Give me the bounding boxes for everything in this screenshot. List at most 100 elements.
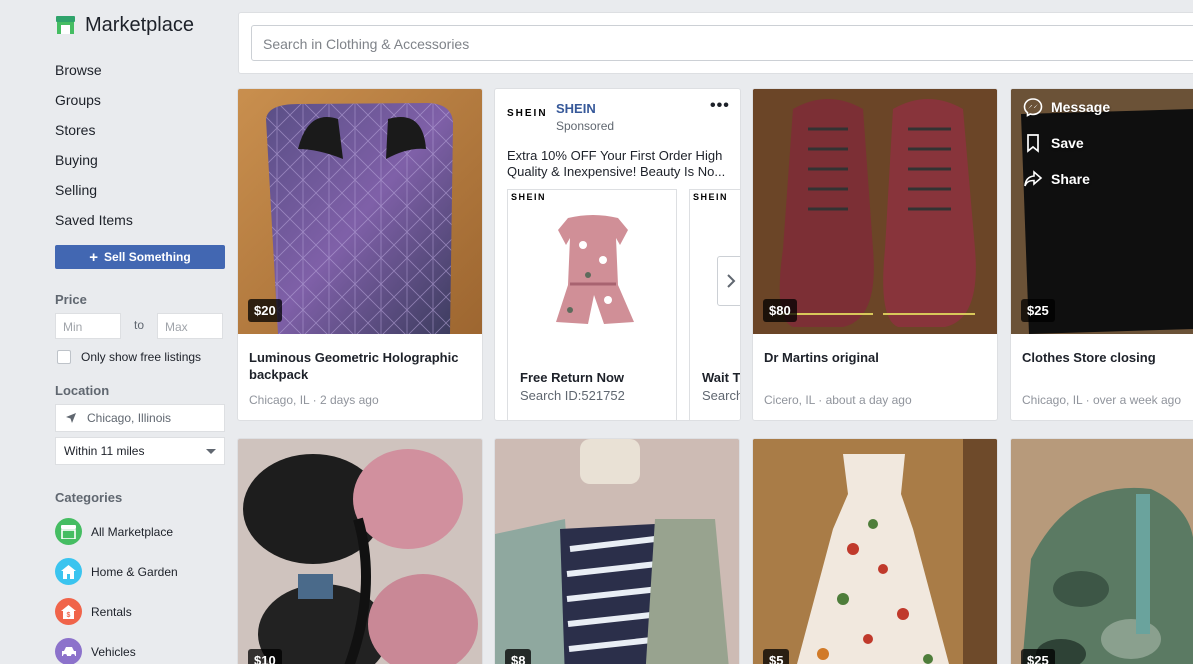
listing-title[interactable]: Luminous Geometric Holographic backpack bbox=[249, 349, 474, 383]
listing-location: Cicero, IL bbox=[764, 393, 815, 407]
message-label: Message bbox=[1051, 99, 1111, 115]
nav-selling[interactable]: Selling bbox=[55, 182, 97, 198]
radius-select[interactable]: Within 11 miles bbox=[55, 437, 225, 465]
listing-photo[interactable] bbox=[753, 439, 997, 664]
house-dollar-icon: $ bbox=[55, 598, 82, 625]
listing-photo[interactable] bbox=[238, 439, 482, 664]
sell-something-button[interactable]: + Sell Something bbox=[55, 245, 225, 269]
listing-time: over a week ago bbox=[1092, 393, 1181, 407]
listing-title[interactable]: Clothes Store closing bbox=[1022, 349, 1192, 366]
nav-groups[interactable]: Groups bbox=[55, 92, 101, 108]
listing-title[interactable]: Dr Martins original bbox=[764, 349, 989, 366]
carousel-subtitle: Search bbox=[702, 388, 741, 403]
listing-card[interactable]: $5 bbox=[752, 438, 998, 664]
price-max-input[interactable]: Max bbox=[157, 313, 223, 339]
listing-card[interactable]: $8 bbox=[494, 438, 740, 664]
price-tag: $80 bbox=[763, 299, 797, 322]
price-tag: $20 bbox=[248, 299, 282, 322]
free-listings-checkbox[interactable] bbox=[57, 350, 71, 364]
price-to-label: to bbox=[134, 318, 145, 332]
category-vehicles[interactable]: Vehicles bbox=[55, 638, 136, 664]
hover-actions: Message Save Share bbox=[1023, 97, 1110, 189]
location-value: Chicago, Illinois bbox=[87, 411, 172, 425]
carousel-title: Wait T bbox=[702, 370, 741, 385]
listing-photo[interactable] bbox=[238, 89, 482, 334]
save-action[interactable]: Save bbox=[1023, 133, 1110, 153]
carousel-photo bbox=[556, 215, 634, 324]
carousel-title: Free Return Now bbox=[520, 370, 625, 385]
plus-icon: + bbox=[89, 248, 99, 266]
messenger-icon bbox=[1023, 98, 1043, 117]
sidebar: Marketplace Browse Groups Stores Buying … bbox=[0, 0, 238, 664]
category-label: Vehicles bbox=[91, 644, 136, 659]
listing-meta: Chicago, IL · 2 days ago bbox=[249, 393, 379, 407]
message-action[interactable]: Message bbox=[1023, 97, 1110, 117]
sponsored-label: Sponsored bbox=[556, 119, 615, 133]
marketplace-header[interactable]: Marketplace bbox=[55, 14, 194, 37]
carousel-logo: SHEIN bbox=[511, 192, 547, 202]
nav-saved-items[interactable]: Saved Items bbox=[55, 212, 133, 228]
category-rentals[interactable]: $ Rentals bbox=[55, 598, 132, 625]
listing-card[interactable]: $20 Luminous Geometric Holographic backp… bbox=[237, 88, 483, 421]
location-input[interactable]: Chicago, Illinois bbox=[55, 404, 225, 432]
category-label: Home & Garden bbox=[91, 564, 178, 579]
sponsored-ad-card: SHEIN SHEIN Sponsored ••• Extra 10% OFF … bbox=[494, 88, 741, 421]
house-icon bbox=[55, 558, 82, 585]
listing-photo[interactable] bbox=[1011, 439, 1193, 664]
price-min-input[interactable]: Min bbox=[55, 313, 121, 339]
advertiser-logo[interactable]: SHEIN bbox=[507, 108, 548, 119]
nav-buying[interactable]: Buying bbox=[55, 152, 98, 168]
listing-meta: Cicero, IL · about a day ago bbox=[764, 393, 912, 407]
category-label: All Marketplace bbox=[91, 524, 174, 539]
location-heading: Location bbox=[55, 383, 110, 398]
categories-heading: Categories bbox=[55, 490, 123, 505]
carousel-subtitle: Search ID:521752 bbox=[520, 388, 625, 403]
price-tag: $5 bbox=[763, 649, 790, 664]
carousel-logo: SHEIN bbox=[693, 192, 729, 202]
chevron-down-icon bbox=[206, 448, 216, 454]
listing-card[interactable]: Message Save Share $25 Clothes Store clo… bbox=[1010, 88, 1193, 421]
svg-text:$: $ bbox=[67, 612, 71, 619]
page-title: Marketplace bbox=[85, 14, 194, 36]
category-all-marketplace[interactable]: All Marketplace bbox=[55, 518, 173, 545]
share-label: Share bbox=[1051, 171, 1090, 187]
listing-photo[interactable] bbox=[495, 439, 739, 664]
share-icon bbox=[1024, 170, 1043, 187]
price-tag: $25 bbox=[1021, 299, 1055, 322]
listing-location: Chicago, IL bbox=[249, 393, 310, 407]
storefront-icon bbox=[56, 16, 75, 34]
storefront-icon bbox=[55, 518, 82, 545]
radius-value: Within 11 miles bbox=[64, 444, 145, 458]
nav-browse[interactable]: Browse bbox=[55, 62, 102, 78]
search-panel: Search in Clothing & Accessories bbox=[238, 12, 1193, 74]
ad-text: Extra 10% OFF Your First Order High Qual… bbox=[507, 148, 726, 179]
price-tag: $10 bbox=[248, 649, 282, 664]
listing-location: Chicago, IL bbox=[1022, 393, 1083, 407]
listing-time: 2 days ago bbox=[319, 393, 379, 407]
listing-card[interactable]: $10 bbox=[237, 438, 483, 664]
search-input[interactable]: Search in Clothing & Accessories bbox=[251, 25, 1193, 61]
listing-time: about a day ago bbox=[825, 393, 912, 407]
carousel-item[interactable]: SHEIN Free Return Now Search ID:521752 bbox=[507, 189, 677, 420]
sell-something-label: Sell Something bbox=[104, 250, 191, 264]
listing-meta: Chicago, IL · over a week ago bbox=[1022, 393, 1181, 407]
category-home-garden[interactable]: Home & Garden bbox=[55, 558, 178, 585]
price-tag: $25 bbox=[1021, 649, 1055, 664]
bookmark-icon bbox=[1027, 134, 1039, 153]
share-action[interactable]: Share bbox=[1023, 169, 1110, 189]
location-arrow-icon bbox=[66, 413, 76, 423]
listing-card[interactable]: $80 Dr Martins original Cicero, IL · abo… bbox=[752, 88, 998, 421]
save-label: Save bbox=[1051, 135, 1084, 151]
advertiser-name[interactable]: SHEIN bbox=[556, 101, 596, 116]
free-listings-label: Only show free listings bbox=[81, 350, 202, 364]
car-icon bbox=[55, 638, 82, 664]
more-options-icon[interactable]: ••• bbox=[710, 97, 730, 115]
listing-card[interactable]: $25 bbox=[1010, 438, 1193, 664]
carousel-next-button[interactable] bbox=[717, 256, 740, 306]
listing-photo[interactable] bbox=[753, 89, 997, 334]
price-tag: $8 bbox=[505, 649, 532, 664]
chevron-right-icon bbox=[727, 274, 736, 288]
nav-stores[interactable]: Stores bbox=[55, 122, 95, 138]
category-label: Rentals bbox=[91, 604, 132, 619]
price-heading: Price bbox=[55, 292, 87, 307]
